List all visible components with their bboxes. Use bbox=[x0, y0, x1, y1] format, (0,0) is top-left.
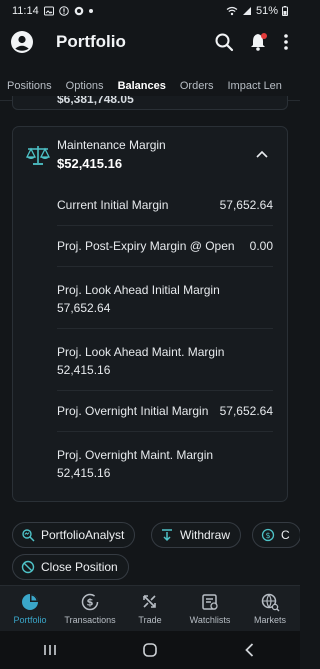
back-icon[interactable] bbox=[241, 641, 259, 659]
currency-cycle-icon: $ bbox=[261, 528, 275, 542]
wifi-icon bbox=[226, 6, 238, 16]
notification-badge bbox=[261, 33, 267, 39]
nav-watchlists[interactable]: Watchlists bbox=[180, 586, 240, 631]
card-title: Maintenance Margin bbox=[57, 138, 166, 152]
nav-label: Transactions bbox=[64, 615, 116, 625]
account-avatar-icon[interactable] bbox=[10, 30, 34, 54]
battery-icon bbox=[282, 6, 288, 16]
row-label: Proj. Overnight Maint. Margin bbox=[57, 448, 214, 462]
convert-button[interactable]: $ C bbox=[252, 522, 300, 548]
row-label: Proj. Look Ahead Initial Margin bbox=[57, 283, 220, 297]
status-dot-icon bbox=[88, 9, 93, 13]
margin-rows: Current Initial Margin 57,652.64 Proj. P… bbox=[13, 185, 287, 494]
chevron-up-icon[interactable] bbox=[255, 149, 269, 159]
action-chips: PortfolioAnalyst Withdraw $ C Close Posi… bbox=[12, 520, 300, 580]
status-time: 11:14 bbox=[12, 5, 39, 17]
balance-scale-icon bbox=[25, 146, 51, 165]
row-label: Current Initial Margin bbox=[57, 198, 169, 212]
previous-balance-card[interactable]: $6,381,748.05 bbox=[12, 96, 288, 110]
row-value: 52,415.16 bbox=[57, 363, 111, 377]
row-label: Proj. Look Ahead Maint. Margin bbox=[57, 345, 225, 359]
home-icon[interactable] bbox=[141, 641, 159, 659]
card-value: $52,415.16 bbox=[57, 156, 123, 171]
chip-label: PortfolioAnalyst bbox=[41, 528, 125, 542]
signal-icon bbox=[242, 7, 251, 15]
watchlist-icon bbox=[202, 594, 218, 610]
chip-label: Withdraw bbox=[180, 528, 231, 542]
notifications-button[interactable] bbox=[248, 32, 268, 52]
nav-label: Trade bbox=[138, 615, 162, 625]
row-value: 52,415.16 bbox=[57, 466, 111, 480]
recents-icon[interactable] bbox=[41, 641, 59, 659]
search-icon bbox=[215, 33, 234, 52]
row-value: 0.00 bbox=[249, 239, 273, 253]
withdraw-icon bbox=[162, 529, 172, 542]
chip-label: C bbox=[281, 528, 290, 542]
nav-label: Markets bbox=[253, 615, 286, 625]
trade-arrows-icon bbox=[143, 595, 156, 608]
row-overnight-initial-margin: Proj. Overnight Initial Margin 57,652.64 bbox=[57, 391, 273, 432]
row-label: Proj. Overnight Initial Margin bbox=[57, 404, 209, 418]
row-value: 57,652.64 bbox=[57, 301, 111, 315]
maintenance-margin-header[interactable]: Maintenance Margin $52,415.16 bbox=[13, 127, 287, 185]
battery-percentage: 51% bbox=[255, 5, 278, 17]
block-icon bbox=[21, 560, 35, 574]
previous-card-value: $6,381,748.05 bbox=[57, 96, 134, 106]
app-header: Portfolio bbox=[0, 22, 300, 62]
row-label: Proj. Post-Expiry Margin @ Open bbox=[57, 239, 235, 253]
nav-trade[interactable]: Trade bbox=[120, 586, 180, 631]
nav-markets[interactable]: Markets bbox=[240, 586, 300, 631]
search-button[interactable] bbox=[214, 32, 234, 52]
system-navigation-bar bbox=[0, 631, 300, 669]
svg-text:$: $ bbox=[87, 598, 94, 609]
pie-chart-icon bbox=[22, 594, 38, 610]
nav-label: Portfolio bbox=[13, 615, 47, 625]
more-vertical-icon bbox=[284, 34, 288, 50]
row-current-initial-margin: Current Initial Margin 57,652.64 bbox=[57, 185, 273, 226]
analyst-search-icon bbox=[22, 529, 35, 542]
dollar-cycle-icon: $ bbox=[81, 593, 99, 611]
chip-label: Close Position bbox=[41, 560, 118, 574]
withdraw-button[interactable]: Withdraw bbox=[151, 522, 242, 548]
nav-transactions[interactable]: $ Transactions bbox=[60, 586, 120, 631]
row-overnight-maint-margin: Proj. Overnight Maint. Margin 52,415.16 bbox=[57, 432, 273, 494]
page-title: Portfolio bbox=[56, 32, 126, 51]
image-icon bbox=[43, 6, 54, 16]
svg-text:$: $ bbox=[265, 531, 270, 540]
nav-label: Watchlists bbox=[189, 615, 231, 625]
row-look-ahead-maint-margin: Proj. Look Ahead Maint. Margin 52,415.16 bbox=[57, 329, 273, 391]
row-value: 57,652.64 bbox=[219, 404, 273, 418]
maintenance-margin-card: Maintenance Margin $52,415.16 Current In… bbox=[12, 126, 288, 502]
app-notification-icon bbox=[74, 6, 84, 16]
status-bar: 11:14 51% bbox=[0, 0, 300, 22]
bottom-navigation: Portfolio $ Transactions Trade Watchlist… bbox=[0, 585, 300, 631]
row-post-expiry-margin: Proj. Post-Expiry Margin @ Open 0.00 bbox=[57, 226, 273, 267]
portfolio-analyst-button[interactable]: PortfolioAnalyst bbox=[12, 522, 136, 548]
alert-circle-icon bbox=[58, 6, 69, 16]
nav-portfolio[interactable]: Portfolio bbox=[0, 586, 60, 631]
row-value: 57,652.64 bbox=[219, 198, 273, 212]
row-look-ahead-initial-margin: Proj. Look Ahead Initial Margin 57,652.6… bbox=[57, 267, 273, 329]
globe-search-icon bbox=[261, 593, 280, 612]
more-options-button[interactable] bbox=[282, 32, 290, 52]
close-position-button[interactable]: Close Position bbox=[12, 554, 129, 580]
